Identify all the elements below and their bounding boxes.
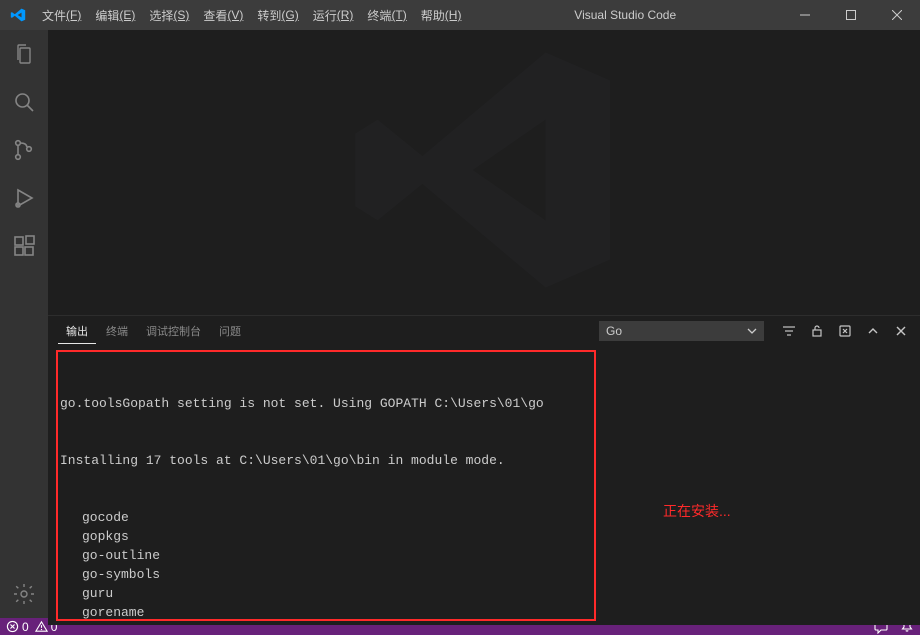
menu-terminal[interactable]: 终端(T) (360, 0, 413, 30)
editor-area: 输出 终端 调试控制台 问题 Go (48, 30, 920, 618)
tab-terminal[interactable]: 终端 (98, 319, 136, 344)
tab-output[interactable]: 输出 (58, 319, 96, 344)
output-highlight-box: go.toolsGopath setting is not set. Using… (56, 350, 596, 621)
warning-triangle-icon (35, 620, 48, 633)
panel-maximize-icon[interactable] (864, 322, 882, 340)
tab-problems[interactable]: 问题 (211, 319, 249, 344)
output-line: go.toolsGopath setting is not set. Using… (60, 394, 592, 413)
menu-help[interactable]: 帮助(H) (414, 0, 469, 30)
output-tool-line: gocode (60, 508, 592, 527)
window-controls (782, 0, 920, 30)
error-circle-icon (6, 620, 19, 633)
output-channel-value: Go (606, 324, 622, 338)
clear-output-icon[interactable] (836, 322, 854, 340)
panel-close-icon[interactable] (892, 322, 910, 340)
output-channel-select[interactable]: Go (599, 321, 764, 341)
explorer-icon[interactable] (0, 30, 48, 78)
maximize-button[interactable] (828, 0, 874, 30)
run-debug-icon[interactable] (0, 174, 48, 222)
menu-edit[interactable]: 编辑(E) (88, 0, 142, 30)
output-tool-line: gopkgs (60, 527, 592, 546)
title-bar: 文件(F) 编辑(E) 选择(S) 查看(V) 转到(G) 运行(R) 终端(T… (0, 0, 920, 30)
status-errors[interactable]: 0 (6, 620, 29, 634)
minimize-button[interactable] (782, 0, 828, 30)
output-text: go.toolsGopath setting is not set. Using… (60, 356, 592, 621)
activity-bar (0, 30, 48, 618)
window-title: Visual Studio Code (468, 8, 782, 22)
source-control-icon[interactable] (0, 126, 48, 174)
menu-run[interactable]: 运行(R) (306, 0, 361, 30)
menu-file[interactable]: 文件(F) (35, 0, 88, 30)
vscode-watermark-icon (344, 30, 624, 315)
close-button[interactable] (874, 0, 920, 30)
menu-go[interactable]: 转到(G) (250, 0, 305, 30)
editor-empty-state (48, 30, 920, 315)
chevron-down-icon (747, 326, 757, 336)
filter-icon[interactable] (780, 322, 798, 340)
app-logo (0, 7, 35, 23)
output-tool-line: go-symbols (60, 565, 592, 584)
bottom-panel: 输出 终端 调试控制台 问题 Go (48, 315, 920, 625)
search-icon[interactable] (0, 78, 48, 126)
panel-header: 输出 终端 调试控制台 问题 Go (48, 316, 920, 346)
menu-bar: 文件(F) 编辑(E) 选择(S) 查看(V) 转到(G) 运行(R) 终端(T… (35, 0, 468, 30)
panel-body: go.toolsGopath setting is not set. Using… (48, 346, 920, 625)
error-count: 0 (22, 620, 29, 634)
lock-scroll-icon[interactable] (808, 322, 826, 340)
panel-actions (780, 322, 910, 340)
panel-tabs: 输出 终端 调试控制台 问题 (58, 319, 249, 344)
output-tool-line: go-outline (60, 546, 592, 565)
output-tool-line: gorename (60, 603, 592, 621)
output-tool-line: guru (60, 584, 592, 603)
installing-annotation: 正在安装... (663, 501, 731, 521)
menu-selection[interactable]: 选择(S) (142, 0, 196, 30)
settings-gear-icon[interactable] (0, 570, 48, 618)
output-line: Installing 17 tools at C:\Users\01\go\bi… (60, 451, 592, 470)
tab-debug-console[interactable]: 调试控制台 (138, 319, 209, 344)
extensions-icon[interactable] (0, 222, 48, 270)
menu-view[interactable]: 查看(V) (196, 0, 250, 30)
